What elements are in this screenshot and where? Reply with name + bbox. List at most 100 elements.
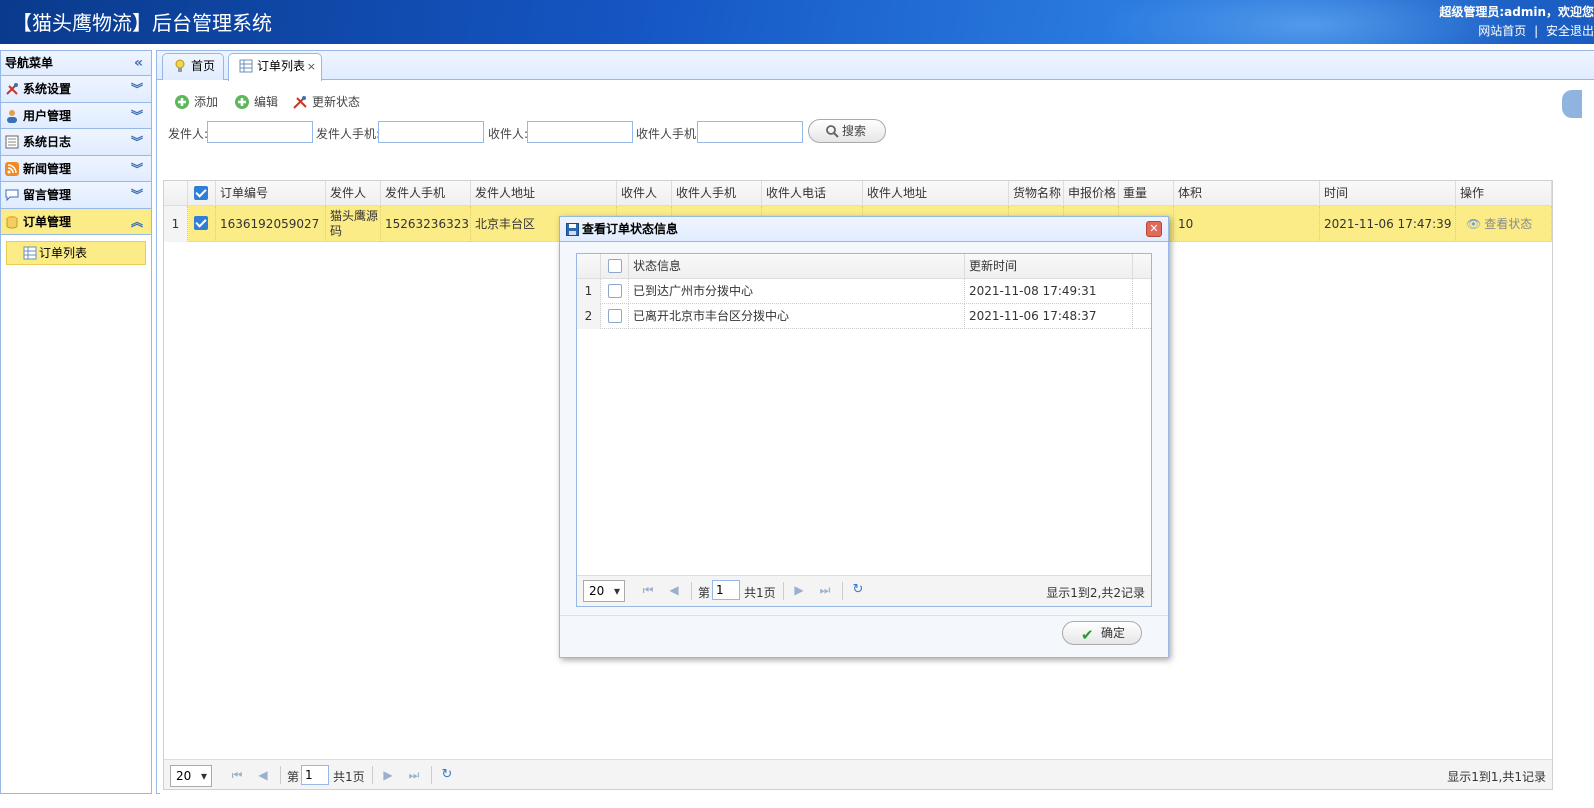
receiver-input[interactable] bbox=[527, 121, 633, 143]
cell-status-info: 已到达广州市分拨中心 bbox=[629, 279, 965, 304]
col-order-no[interactable]: 订单编号 bbox=[216, 181, 326, 206]
sidebar-item-label: 新闻管理 bbox=[23, 161, 72, 176]
row-checkbox[interactable] bbox=[608, 309, 622, 323]
last-page-icon[interactable]: ⏭ bbox=[816, 580, 834, 600]
row-number: 1 bbox=[164, 206, 188, 242]
sidebar-item-news-management[interactable]: 新闻管理 ︾ bbox=[1, 155, 151, 182]
header-rownum bbox=[164, 181, 188, 206]
pager-divider bbox=[280, 766, 281, 784]
tab-order-list[interactable]: 订单列表 × bbox=[228, 53, 322, 81]
comment-icon bbox=[5, 189, 19, 202]
collapse-sidebar-icon[interactable]: « bbox=[134, 51, 143, 76]
page-number-input[interactable]: 1 bbox=[301, 765, 329, 785]
expand-icon: ︾ bbox=[130, 108, 143, 123]
app-title: 【猫头鹰物流】后台管理系统 bbox=[12, 11, 272, 35]
lightbulb-icon bbox=[175, 59, 185, 72]
page-prefix: 第 bbox=[287, 770, 300, 784]
site-home-link[interactable]: 网站首页 bbox=[1478, 24, 1526, 38]
ok-button[interactable]: ✔ 确定 bbox=[1062, 621, 1142, 645]
page-size-select[interactable]: 20 bbox=[170, 765, 212, 787]
first-page-icon[interactable]: ⏮ bbox=[639, 580, 657, 600]
col-receiver[interactable]: 收件人 bbox=[617, 181, 672, 206]
col-time[interactable]: 时间 bbox=[1320, 181, 1456, 206]
tools-icon bbox=[6, 83, 18, 95]
col-receiver-addr[interactable]: 收件人地址 bbox=[863, 181, 1009, 206]
toolbar: 添加 编辑 更新状态 bbox=[160, 83, 1594, 119]
select-all-checkbox[interactable] bbox=[194, 186, 208, 200]
col-sender[interactable]: 发件人 bbox=[326, 181, 381, 206]
col-action[interactable]: 操作 bbox=[1456, 181, 1552, 206]
sidebar-subitem-order-list[interactable]: 订单列表 bbox=[6, 241, 146, 265]
row-checkbox-cell bbox=[601, 304, 629, 329]
col-receiver-tel[interactable]: 收件人电话 bbox=[762, 181, 863, 206]
table-icon bbox=[239, 59, 253, 73]
save-icon bbox=[566, 223, 579, 236]
prev-page-icon[interactable]: ◀ bbox=[665, 580, 683, 600]
sidebar-item-label: 留言管理 bbox=[23, 188, 72, 202]
page-size-select[interactable]: 20 bbox=[583, 580, 625, 602]
receiver-phone-input[interactable] bbox=[697, 121, 803, 143]
sidebar-item-message-management[interactable]: 留言管理 ︾ bbox=[1, 182, 151, 209]
col-update-time[interactable]: 更新时间 bbox=[965, 254, 1133, 279]
prev-page-icon[interactable]: ◀ bbox=[254, 765, 272, 785]
col-price[interactable]: 申报价格 bbox=[1064, 181, 1119, 206]
tab-home[interactable]: 首页 bbox=[162, 53, 224, 80]
list-item[interactable]: 1 已到达广州市分拨中心 2021-11-08 17:49:31 bbox=[577, 279, 1151, 304]
refresh-icon[interactable]: ↻ bbox=[438, 765, 456, 785]
logout-link[interactable]: 安全退出 bbox=[1546, 24, 1594, 38]
list-item[interactable]: 2 已离开北京市丰台区分拨中心 2021-11-06 17:48:37 bbox=[577, 304, 1151, 329]
search-button[interactable]: 搜索 bbox=[808, 119, 886, 143]
add-button[interactable]: 添加 bbox=[174, 93, 218, 111]
check-icon: ✔ bbox=[1081, 626, 1094, 644]
next-page-icon[interactable]: ▶ bbox=[379, 765, 397, 785]
receiver-phone-label: 收件人手机: bbox=[636, 127, 701, 141]
sidebar-header: 导航菜单 « bbox=[1, 51, 151, 76]
first-page-icon[interactable]: ⏮ bbox=[228, 765, 246, 785]
update-status-button[interactable]: 更新状态 bbox=[292, 93, 360, 111]
page-prefix: 第 bbox=[698, 586, 711, 600]
col-sender-phone[interactable]: 发件人手机 bbox=[381, 181, 471, 206]
sender-phone-label: 发件人手机: bbox=[316, 127, 381, 141]
pager-divider bbox=[372, 766, 373, 784]
sidebar-item-system-log[interactable]: 系统日志 ︾ bbox=[1, 129, 151, 156]
expand-icon: ︾ bbox=[130, 82, 143, 96]
scroll-handle[interactable] bbox=[1562, 90, 1582, 118]
cell-sender-phone: 15263236323 bbox=[381, 206, 471, 242]
last-page-icon[interactable]: ⏭ bbox=[405, 765, 423, 785]
refresh-icon[interactable]: ↻ bbox=[849, 580, 867, 600]
col-status-info[interactable]: 状态信息 bbox=[629, 254, 965, 279]
row-checkbox[interactable] bbox=[608, 284, 622, 298]
status-grid-pager: 20 ⏮ ◀ 第 1 共1页 ▶ ⏭ ↻ 显示1到2,共2记录 bbox=[577, 575, 1151, 606]
select-all-checkbox[interactable] bbox=[608, 259, 622, 273]
col-goods[interactable]: 货物名称 bbox=[1009, 181, 1064, 206]
col-weight[interactable]: 重量 bbox=[1119, 181, 1174, 206]
cell-status-info: 已离开北京市丰台区分拨中心 bbox=[629, 304, 965, 329]
pager-divider bbox=[783, 582, 784, 600]
app-header: 【猫头鹰物流】后台管理系统 超级管理员:admin，欢迎您 网站首页 | 安全退… bbox=[0, 0, 1594, 44]
sidebar-item-system-settings[interactable]: 系统设置 ︾ bbox=[1, 76, 151, 103]
view-status-label: 查看状态 bbox=[1484, 217, 1533, 231]
col-volume[interactable]: 体积 bbox=[1174, 181, 1320, 206]
col-receiver-phone[interactable]: 收件人手机 bbox=[672, 181, 762, 206]
close-dialog-icon[interactable]: ✕ bbox=[1146, 221, 1162, 237]
tab-bar: 首页 订单列表 × bbox=[157, 51, 1594, 81]
sidebar-item-order-management[interactable]: 订单管理 ︽ bbox=[1, 208, 151, 235]
page-number-input[interactable]: 1 bbox=[712, 580, 740, 600]
dialog-divider bbox=[560, 615, 1168, 616]
edit-button[interactable]: 编辑 bbox=[234, 93, 278, 111]
view-status-link[interactable]: 👁 查看状态 bbox=[1456, 206, 1552, 242]
add-icon bbox=[175, 95, 189, 109]
database-icon bbox=[6, 215, 18, 229]
col-sender-addr[interactable]: 发件人地址 bbox=[471, 181, 617, 206]
tools-icon bbox=[293, 96, 307, 109]
pager-info: 显示1到2,共2记录 bbox=[1046, 586, 1145, 600]
sender-input[interactable] bbox=[207, 121, 313, 143]
next-page-icon[interactable]: ▶ bbox=[790, 580, 808, 600]
close-tab-icon[interactable]: × bbox=[307, 54, 316, 79]
row-number: 2 bbox=[577, 304, 601, 329]
sender-phone-input[interactable] bbox=[378, 121, 484, 143]
row-checkbox[interactable] bbox=[194, 216, 208, 230]
sidebar-title: 导航菜单 bbox=[5, 56, 54, 70]
row-checkbox-cell bbox=[188, 206, 216, 242]
sidebar-item-user-management[interactable]: 用户管理 ︾ bbox=[1, 102, 151, 129]
